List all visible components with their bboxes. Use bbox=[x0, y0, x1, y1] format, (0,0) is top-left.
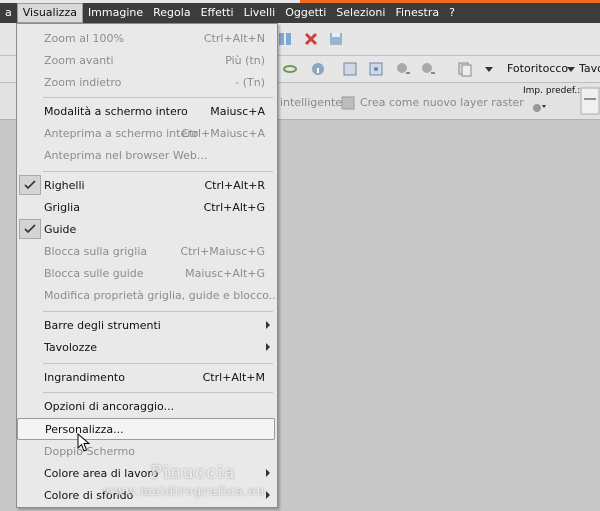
menu-separator bbox=[43, 97, 273, 98]
menu-item-fullscreen[interactable]: Modalità a schermo intero Maiusc+A bbox=[17, 100, 275, 122]
menu-item-label: Modifica proprietà griglia, guide e bloc… bbox=[44, 288, 280, 302]
menu-separator bbox=[43, 363, 273, 364]
menu-item-zoom-out[interactable]: Zoom indietro - (Tn) bbox=[17, 71, 275, 93]
smart-option-label: intelligente bbox=[280, 96, 343, 109]
grid-icon[interactable] bbox=[368, 61, 384, 77]
calendar-icon[interactable] bbox=[342, 61, 358, 77]
menu-item-shortcut: Ctrl+Alt+M bbox=[202, 370, 265, 384]
menu-item-shortcut: Ctrl+Alt+R bbox=[204, 178, 265, 192]
workspace-dropdown-icon[interactable] bbox=[563, 61, 579, 77]
check-icon bbox=[19, 175, 41, 195]
mouse-cursor-icon bbox=[77, 432, 91, 456]
menu-item-label: Ingrandimento bbox=[44, 370, 125, 384]
watermark-name: Pinuccia bbox=[150, 462, 236, 483]
menu-item-label: Anteprima a schermo intero bbox=[44, 126, 199, 140]
menu-item-shortcut: Ctrl+Alt+G bbox=[203, 200, 265, 214]
menu-item-customize[interactable]: Personalizza... bbox=[17, 418, 275, 440]
menu-item-label: Blocca sulle guide bbox=[44, 266, 144, 280]
menu-item-dual-screen[interactable]: Doppio Schermo bbox=[17, 440, 275, 462]
menu-item-palettes[interactable]: Tavolozze bbox=[17, 336, 275, 358]
menu-effetti[interactable]: Effetti bbox=[196, 3, 239, 23]
menu-item-shortcut: Maiusc+A bbox=[210, 104, 265, 118]
menu-item-shortcut: Ctrl+Maiusc+A bbox=[181, 126, 265, 140]
menu-item-snap-guides[interactable]: Blocca sulle guide Maiusc+Alt+G bbox=[17, 262, 275, 284]
preset-icon[interactable] bbox=[531, 99, 547, 115]
menu-item-label: Griglia bbox=[44, 200, 80, 214]
menu-item-label: Blocca sulla griglia bbox=[44, 244, 148, 258]
menu-item-label: Zoom al 100% bbox=[44, 31, 124, 45]
submenu-arrow-icon bbox=[266, 491, 270, 499]
menu-separator bbox=[43, 311, 273, 312]
preset-label: Imp. predef.: bbox=[523, 86, 581, 96]
menu-item-shortcut: Più (tn) bbox=[225, 53, 265, 67]
menu-item-label: Modalità a schermo intero bbox=[44, 104, 188, 118]
menu-item-label: Righelli bbox=[44, 178, 85, 192]
copy-icon[interactable] bbox=[457, 61, 473, 77]
zoom-in-icon[interactable] bbox=[420, 61, 436, 77]
menu-item-fullscreen-preview[interactable]: Anteprima a schermo intero Ctrl+Maiusc+A bbox=[17, 122, 275, 144]
menu-item-zoom-100[interactable]: Zoom al 100% Ctrl+Alt+N bbox=[17, 27, 275, 49]
menu-item-toolbars[interactable]: Barre degli strumenti bbox=[17, 314, 275, 336]
menu-visualizza[interactable]: Visualizza bbox=[16, 3, 83, 23]
menu-item-magnifier[interactable]: Ingrandimento Ctrl+Alt+M bbox=[17, 366, 275, 388]
menu-help[interactable]: ? bbox=[444, 3, 460, 23]
menu-bar: a Visualizza Immagine Regola Effetti Liv… bbox=[0, 3, 600, 23]
menu-livelli[interactable]: Livelli bbox=[239, 3, 281, 23]
submenu-arrow-icon bbox=[266, 321, 270, 329]
link-icon[interactable] bbox=[282, 61, 298, 77]
menu-immagine[interactable]: Immagine bbox=[83, 3, 148, 23]
menu-item-label: Opzioni di ancoraggio... bbox=[44, 399, 175, 413]
info-icon[interactable] bbox=[310, 61, 326, 77]
check-icon bbox=[19, 219, 41, 239]
raster-checkbox[interactable] bbox=[340, 95, 356, 111]
menu-regola[interactable]: Regola bbox=[148, 3, 195, 23]
menu-item-shortcut: Ctrl+Maiusc+G bbox=[180, 244, 265, 258]
raster-checkbox-label: Crea come nuovo layer raster bbox=[360, 96, 524, 109]
menu-item-label: Zoom indietro bbox=[44, 75, 122, 89]
menu-item-shortcut: Ctrl+Alt+N bbox=[203, 31, 265, 45]
menu-item-snap-grid[interactable]: Blocca sulla griglia Ctrl+Maiusc+G bbox=[17, 240, 275, 262]
menu-item-label: Colore area di lavoro bbox=[44, 466, 159, 480]
preview-swatch[interactable] bbox=[580, 87, 600, 115]
menu-item-label: Barre degli strumenti bbox=[44, 318, 161, 332]
menu-item-browser-preview[interactable]: Anteprima nel browser Web... bbox=[17, 144, 275, 166]
menu-separator bbox=[43, 171, 273, 172]
menu-item-guides[interactable]: Guide bbox=[17, 218, 275, 240]
save-icon[interactable] bbox=[328, 31, 344, 47]
menu-selezioni[interactable]: Selezioni bbox=[331, 3, 390, 23]
menu-item-label: Guide bbox=[44, 222, 77, 236]
menu-finestra[interactable]: Finestra bbox=[390, 3, 444, 23]
visualizza-dropdown-menu: Zoom al 100% Ctrl+Alt+N Zoom avanti Più … bbox=[16, 23, 279, 508]
menu-oggetti[interactable]: Oggetti bbox=[280, 3, 331, 23]
submenu-arrow-icon bbox=[266, 343, 270, 351]
menu-item-zoom-in[interactable]: Zoom avanti Più (tn) bbox=[17, 49, 275, 71]
menu-item-docking-options[interactable]: Opzioni di ancoraggio... bbox=[17, 395, 275, 417]
menu-item-rulers[interactable]: Righelli Ctrl+Alt+R bbox=[17, 174, 275, 196]
menu-item-shortcut: Maiusc+Alt+G bbox=[185, 266, 265, 280]
workspace-selector[interactable]: Fotoritocco bbox=[507, 62, 568, 75]
menu-item-workspace-color[interactable]: Colore area di lavoro bbox=[17, 462, 275, 484]
columns-icon[interactable] bbox=[277, 31, 293, 47]
menu-item-grid[interactable]: Griglia Ctrl+Alt+G bbox=[17, 196, 275, 218]
delete-icon[interactable] bbox=[303, 31, 319, 47]
menu-item-label: Tavolozze bbox=[44, 340, 97, 354]
watermark-site: www.maidiregrafica.eu bbox=[103, 484, 266, 498]
copy-dropdown-icon[interactable] bbox=[481, 61, 497, 77]
menu-item-shortcut: - (Tn) bbox=[235, 75, 265, 89]
menu-item-label: Zoom avanti bbox=[44, 53, 114, 67]
palettes-label[interactable]: Tavo bbox=[579, 62, 600, 75]
menu-file[interactable]: a bbox=[0, 3, 17, 23]
submenu-arrow-icon bbox=[266, 469, 270, 477]
zoom-out-icon[interactable] bbox=[395, 61, 411, 77]
menu-separator bbox=[43, 392, 273, 393]
menu-item-grid-properties[interactable]: Modifica proprietà griglia, guide e bloc… bbox=[17, 284, 279, 306]
menu-item-label: Anteprima nel browser Web... bbox=[44, 148, 208, 162]
